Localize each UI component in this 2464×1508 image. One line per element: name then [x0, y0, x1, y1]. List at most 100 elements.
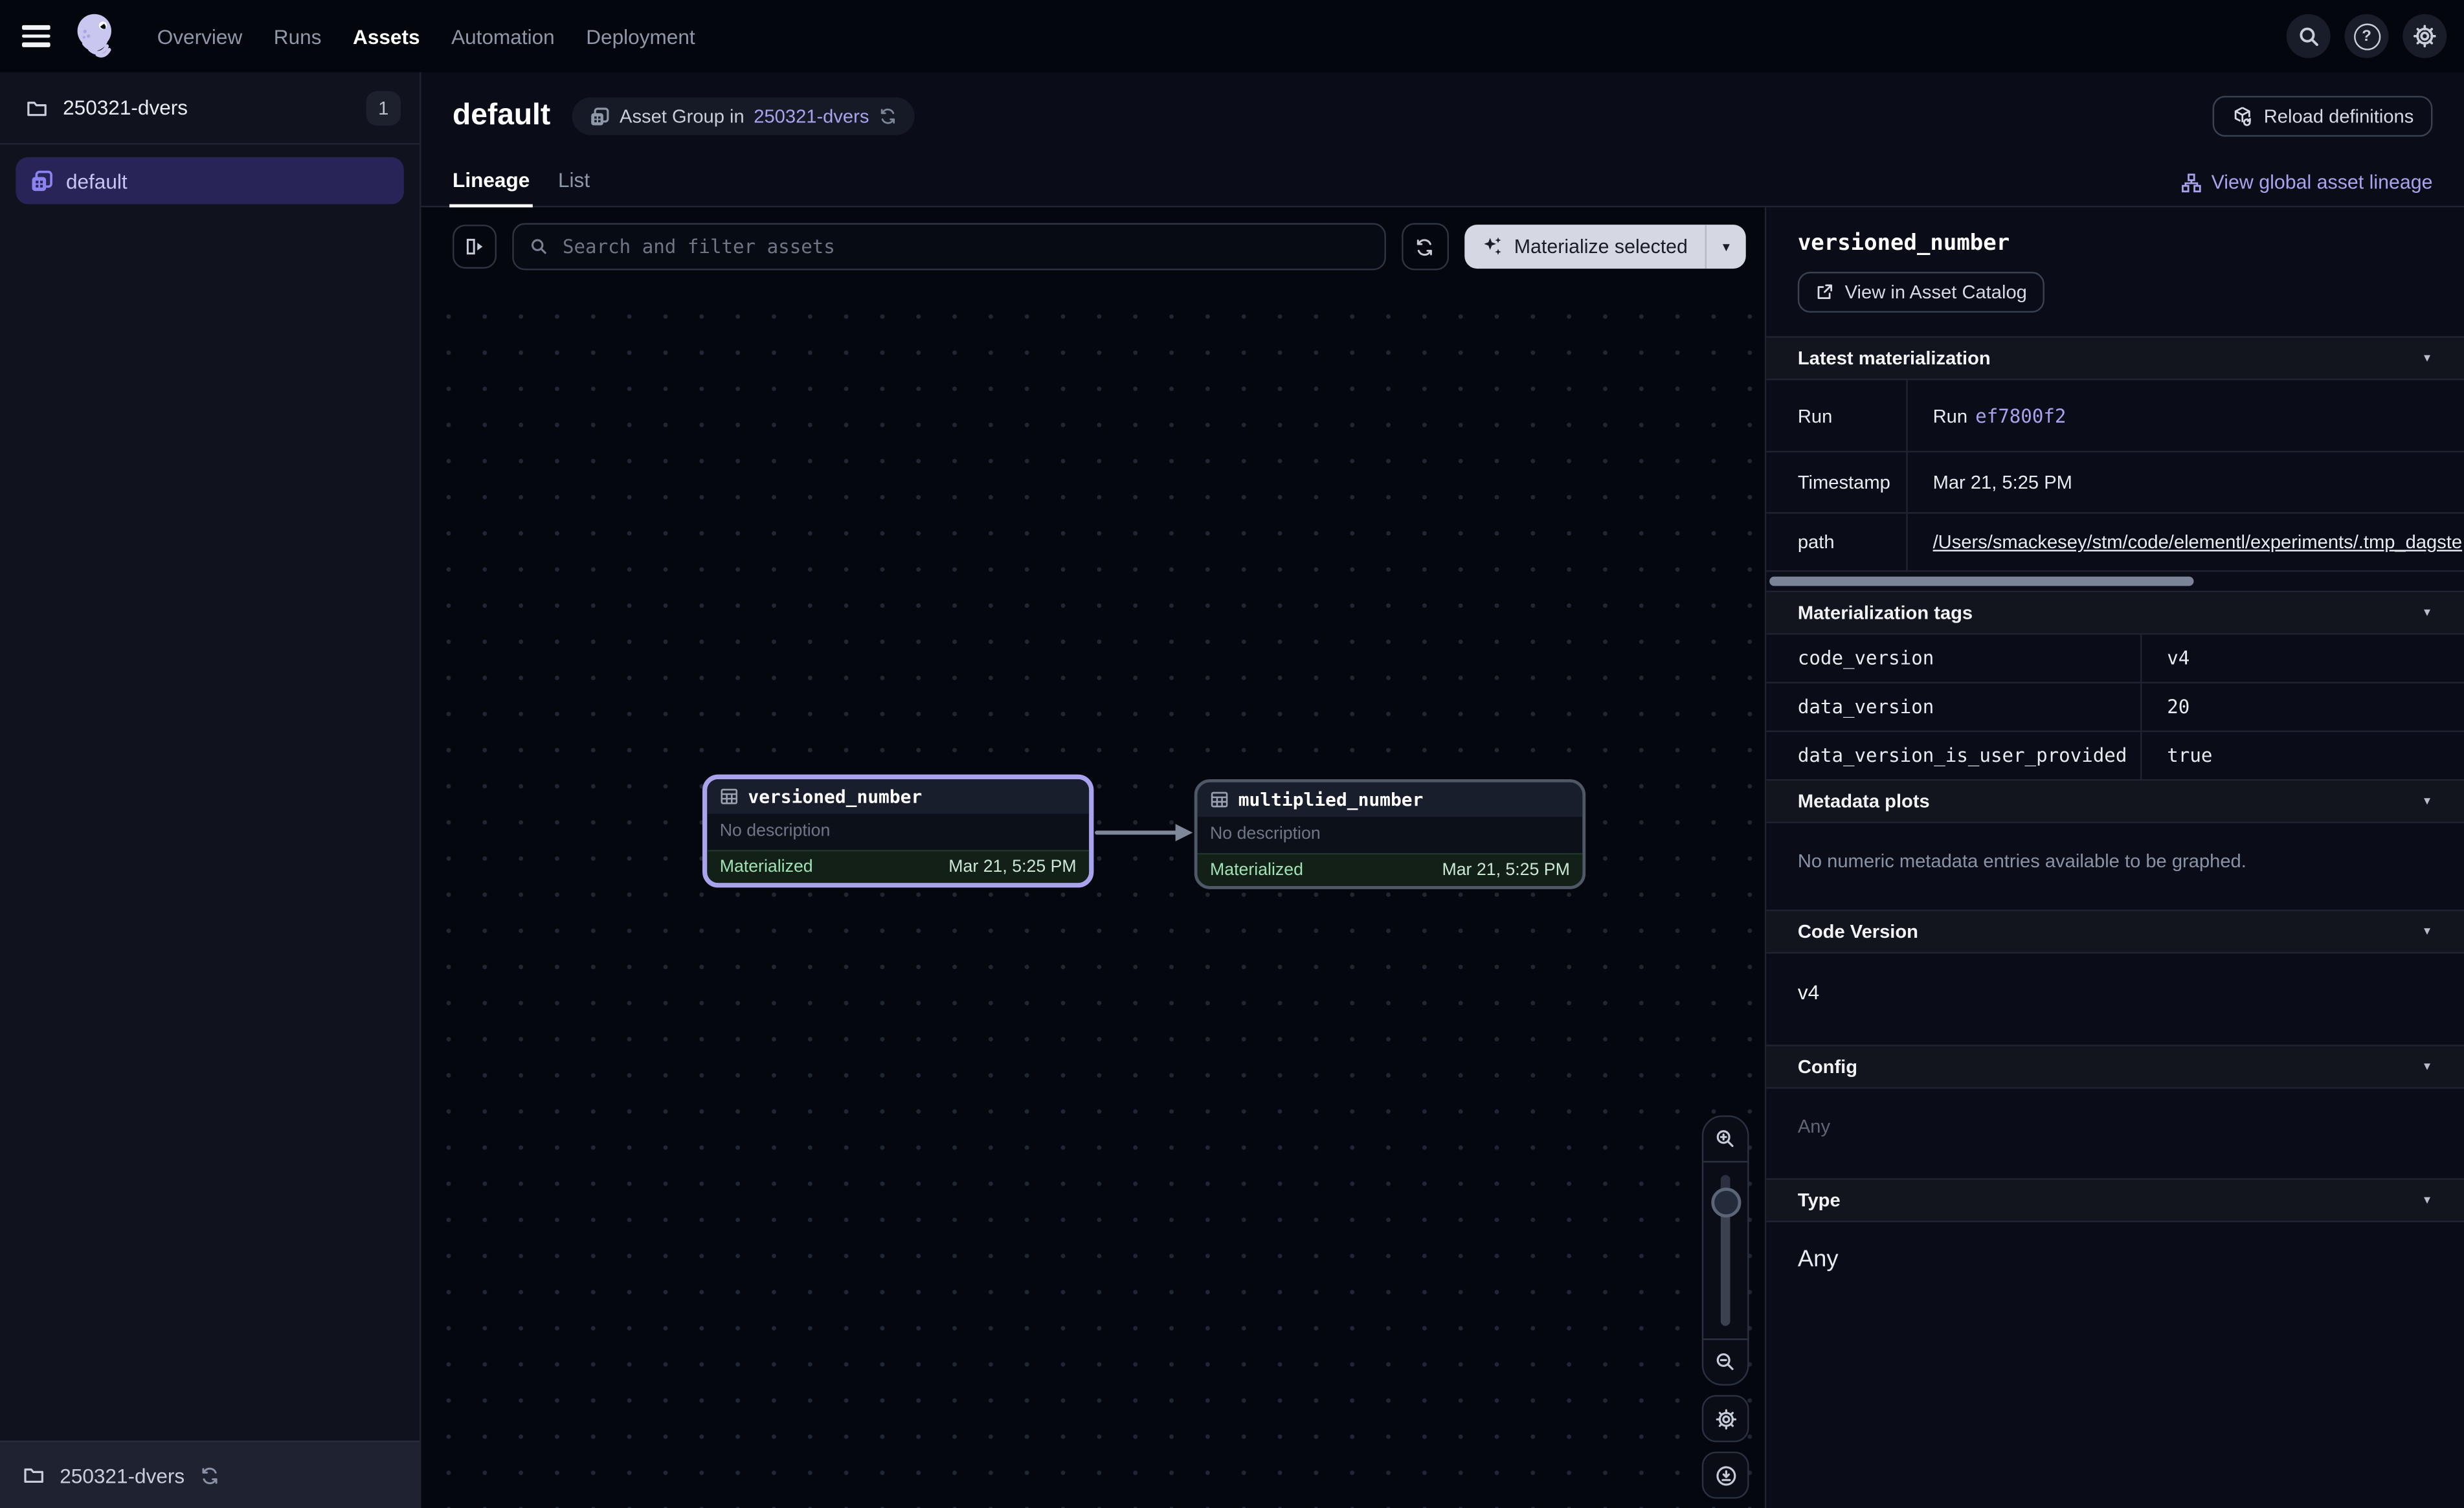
sparkles-icon: [1481, 236, 1503, 258]
asset-status-bar: Materialized Mar 21, 5:25 PM: [707, 850, 1089, 883]
tag-row: code_version v4: [1766, 635, 2464, 683]
asset-node-multiplied-number[interactable]: multiplied_number No description Materia…: [1194, 779, 1585, 889]
table-row-path: path /Users/smackesey/stm/code/elementl/…: [1766, 514, 2464, 572]
download-image-button[interactable]: [1702, 1452, 1749, 1499]
page-title: default: [453, 99, 550, 133]
settings-button[interactable]: [2402, 14, 2447, 58]
materialized-timestamp: Mar 21, 5:25 PM: [1442, 861, 1569, 880]
section-type[interactable]: Type ▼: [1766, 1178, 2464, 1222]
lineage-toolbar: Materialize selected ▾: [421, 207, 1765, 283]
chevron-down-icon: ▼: [2422, 795, 2433, 806]
materialized-status: Materialized: [720, 858, 813, 876]
zoom-slider[interactable]: [1703, 1162, 1747, 1338]
selected-asset-title: versioned_number: [1766, 207, 2464, 272]
footer-repository-name: 250321-dvers: [60, 1463, 185, 1487]
chevron-down-icon: ▼: [2422, 1195, 2433, 1206]
view-in-asset-catalog-button[interactable]: View in Asset Catalog: [1798, 272, 2044, 313]
search-input[interactable]: [559, 234, 1368, 260]
zoom-out-button[interactable]: [1703, 1338, 1747, 1384]
asset-group-icon: [30, 169, 53, 192]
refresh-icon[interactable]: [879, 107, 897, 126]
hamburger-menu-icon[interactable]: [22, 25, 50, 47]
graph-settings-button[interactable]: [1702, 1395, 1749, 1442]
section-code-version[interactable]: Code Version ▼: [1766, 909, 2464, 953]
repository-row[interactable]: 250321-dvers 1: [0, 72, 420, 145]
section-latest-materialization[interactable]: Latest materialization ▼: [1766, 336, 2464, 380]
asset-name: versioned_number: [748, 786, 922, 808]
dagster-logo-icon[interactable]: [73, 11, 120, 61]
horizontal-scrollbar-thumb[interactable]: [1769, 577, 2193, 586]
nav-assets[interactable]: Assets: [346, 18, 426, 54]
section-materialization-tags[interactable]: Materialization tags ▼: [1766, 592, 2464, 635]
asset-description: No description: [707, 814, 1089, 850]
chevron-down-icon: ▼: [2422, 353, 2433, 364]
tag-row: data_version_is_user_provided true: [1766, 732, 2464, 781]
zoom-in-button[interactable]: [1703, 1117, 1747, 1162]
lineage-graph[interactable]: versioned_number No description Material…: [421, 283, 1765, 1508]
asset-status-bar: Materialized Mar 21, 5:25 PM: [1198, 853, 1583, 886]
group-count-badge: 1: [366, 91, 401, 125]
latest-materialization-table: Run Run ef7800f2 Timestamp Mar 21, 5:25 …: [1766, 380, 2464, 592]
help-button[interactable]: ?: [2345, 14, 2389, 58]
main-nav-menu: Overview Runs Assets Automation Deployme…: [151, 18, 701, 54]
materialize-selected-button[interactable]: Materialize selected: [1464, 225, 1705, 269]
chevron-down-icon: ▼: [2422, 607, 2433, 618]
path-link[interactable]: /Users/smackesey/stm/code/elementl/exper…: [1933, 531, 2463, 553]
download-icon: [1714, 1463, 1737, 1487]
asset-description: No description: [1198, 817, 1583, 853]
refresh-graph-button[interactable]: [1401, 223, 1448, 271]
zoom-slider-thumb[interactable]: [1711, 1188, 1741, 1217]
external-link-icon: [1815, 283, 1834, 302]
help-icon: ?: [2353, 23, 2380, 49]
folder-icon: [25, 96, 49, 118]
search-icon: [530, 238, 548, 256]
asset-name: multiplied_number: [1238, 789, 1424, 811]
nav-deployment[interactable]: Deployment: [580, 18, 702, 54]
search-icon: [2296, 25, 2320, 48]
gear-icon: [1714, 1407, 1737, 1430]
badge-text: Asset Group in: [620, 105, 745, 128]
tab-list[interactable]: List: [558, 168, 590, 206]
materialized-status: Materialized: [1210, 861, 1303, 880]
view-global-asset-lineage-link[interactable]: View global asset lineage: [2181, 172, 2432, 206]
section-metadata-plots[interactable]: Metadata plots ▼: [1766, 781, 2464, 823]
asset-group-badge: Asset Group in 250321-dvers: [572, 97, 915, 135]
type-value: Any: [1766, 1222, 2464, 1303]
refresh-icon[interactable]: [199, 1465, 219, 1485]
sidebar-footer-repository[interactable]: 250321-dvers: [0, 1441, 420, 1508]
asset-detail-panel: versioned_number View in Asset Catalog L…: [1765, 207, 2464, 1508]
table-row-run: Run Run ef7800f2: [1766, 380, 2464, 452]
materialization-tags-table: code_version v4 data_version 20 data_ver…: [1766, 635, 2464, 781]
asset-node-versioned-number[interactable]: versioned_number No description Material…: [702, 775, 1093, 888]
asset-search-box: [512, 223, 1385, 271]
expand-sidebar-panel-button[interactable]: [453, 225, 497, 269]
chevron-down-icon: ▼: [2422, 1061, 2433, 1072]
tab-lineage[interactable]: Lineage: [453, 168, 530, 206]
badge-repository-link[interactable]: 250321-dvers: [754, 105, 869, 128]
materialize-selected-split-button: Materialize selected ▾: [1464, 225, 1746, 269]
lineage-edge-arrow: [1093, 820, 1194, 845]
app-window: Overview Runs Assets Automation Deployme…: [0, 0, 2464, 1508]
nav-runs[interactable]: Runs: [267, 18, 328, 54]
lineage-canvas-area: Materialize selected ▾: [421, 207, 1765, 1508]
view-tabs: Lineage List View global asset lineage: [421, 162, 2464, 206]
refresh-icon: [1415, 236, 1435, 257]
reload-cube-icon: [2231, 105, 2253, 128]
lineage-graph-icon: [2181, 172, 2202, 193]
run-prefix: Run: [1933, 405, 1967, 427]
materialize-dropdown-button[interactable]: ▾: [1705, 225, 1746, 269]
global-search-button[interactable]: [2287, 14, 2331, 58]
config-value: Any: [1766, 1089, 2464, 1178]
materialized-timestamp: Mar 21, 5:25 PM: [948, 858, 1076, 876]
run-id-link[interactable]: ef7800f2: [1975, 405, 2066, 427]
sidebar-item-default-group[interactable]: default: [16, 157, 404, 205]
gear-icon: [2412, 23, 2437, 49]
section-config[interactable]: Config ▼: [1766, 1045, 2464, 1089]
folder-icon: [22, 1464, 45, 1486]
reload-definitions-button[interactable]: Reload definitions: [2212, 96, 2433, 137]
canvas-controls: [1702, 1115, 1749, 1498]
nav-automation[interactable]: Automation: [445, 18, 561, 54]
table-row-timestamp: Timestamp Mar 21, 5:25 PM: [1766, 452, 2464, 514]
chevron-down-icon: ▼: [2422, 926, 2433, 937]
nav-overview[interactable]: Overview: [151, 18, 249, 54]
